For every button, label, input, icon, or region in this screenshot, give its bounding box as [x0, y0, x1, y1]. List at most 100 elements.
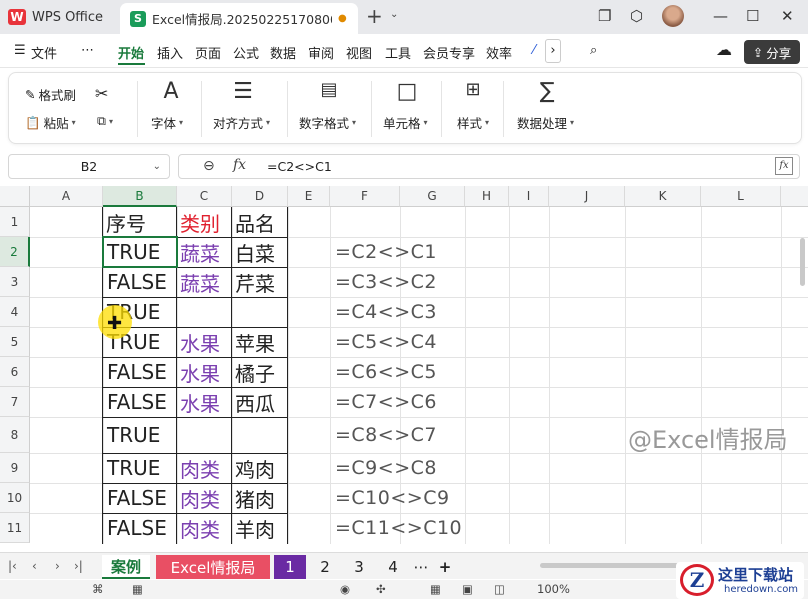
font-icon[interactable]: A [159, 79, 183, 104]
cell-d11[interactable]: 羊肉 [235, 513, 275, 543]
cell-f7[interactable]: =C7<>C6 [335, 387, 437, 417]
zoom-level[interactable]: 100% [537, 582, 570, 596]
sheet-tab-1[interactable]: 1 [274, 555, 306, 579]
next-sheet-icon[interactable]: › [55, 559, 60, 573]
cell-b10[interactable]: FALSE [107, 483, 167, 513]
column-header-d[interactable]: D [232, 186, 288, 207]
search-icon[interactable]: ⌕ [590, 43, 597, 58]
sheet-tab-3[interactable]: 3 [344, 555, 374, 579]
column-header-j[interactable]: J [549, 186, 625, 207]
insert-function-icon[interactable]: fx [233, 157, 246, 173]
cell-f6[interactable]: =C6<>C5 [335, 357, 437, 387]
sheet-tab-2[interactable]: 2 [310, 555, 340, 579]
cell-b8[interactable]: TRUE [107, 417, 160, 453]
row-header-2[interactable]: 2 [0, 237, 30, 267]
row-header-9[interactable]: 9 [0, 453, 30, 483]
data-process-button[interactable]: 数据处理 ▾ [517, 113, 574, 132]
cut-icon[interactable]: ✂ [95, 84, 108, 103]
select-all-corner[interactable] [0, 186, 30, 207]
cell-icon[interactable]: □ [395, 79, 419, 104]
new-tab-button[interactable]: + [366, 4, 383, 28]
menu-tab-formula[interactable]: 公式 [233, 43, 259, 62]
number-format-button[interactable]: 数字格式 ▾ [299, 113, 356, 132]
macro-icon[interactable]: ⌘ [92, 582, 104, 596]
focus-mode-icon[interactable]: ✣ [376, 582, 386, 596]
cell-c7[interactable]: 水果 [180, 387, 220, 417]
cell-f2[interactable]: =C2<>C1 [335, 237, 437, 267]
column-header-e[interactable]: E [288, 186, 330, 207]
cell-d10[interactable]: 猪肉 [235, 483, 275, 513]
cell-d9[interactable]: 鸡肉 [235, 453, 275, 483]
row-header-4[interactable]: 4 [0, 297, 30, 327]
sheet-tab-excel-info[interactable]: Excel情报局 [156, 555, 270, 579]
share-button[interactable]: ⇪ 分享 [744, 40, 800, 64]
cell-f3[interactable]: =C3<>C2 [335, 267, 437, 297]
row-header-3[interactable]: 3 [0, 267, 30, 297]
cell-b3[interactable]: FALSE [107, 267, 167, 297]
cell-b6[interactable]: FALSE [107, 357, 167, 387]
copy-button[interactable]: ⧉ ▾ [97, 113, 113, 129]
cell-f10[interactable]: =C10<>C9 [335, 483, 450, 513]
paste-button[interactable]: 📋 粘贴 ▾ [25, 113, 76, 132]
cell-c2[interactable]: 蔬菜 [180, 237, 220, 267]
ai-icon[interactable]: ⁄ [533, 43, 535, 58]
cell-d6[interactable]: 橘子 [235, 357, 275, 387]
menu-file[interactable]: 文件 [31, 43, 57, 62]
maximize-icon[interactable]: ☐ [746, 7, 759, 25]
page-layout-icon[interactable]: ▣ [462, 582, 473, 596]
menu-tab-review[interactable]: 审阅 [308, 43, 334, 62]
menu-tab-data[interactable]: 数据 [270, 43, 296, 62]
cell-d3[interactable]: 芹菜 [235, 267, 275, 297]
menu-tab-view[interactable]: 视图 [346, 43, 372, 62]
document-tab[interactable]: S Excel情报局.20250225170800136 ● [120, 3, 358, 34]
number-format-icon[interactable]: ▤ [315, 79, 343, 100]
row-header-5[interactable]: 5 [0, 327, 30, 357]
window-restore-icon[interactable]: ❐ [598, 7, 611, 25]
column-header-b[interactable]: B [103, 186, 177, 207]
font-button[interactable]: 字体 ▾ [151, 113, 183, 132]
sheet-icon[interactable]: ▦ [132, 582, 143, 596]
cloud-icon[interactable]: ☁ [716, 40, 732, 59]
cell-f11[interactable]: =C11<>C10 [335, 513, 462, 543]
align-icon[interactable]: ☰ [231, 79, 255, 104]
zoom-lookup-icon[interactable]: ⊖ [203, 158, 215, 174]
cell-b11[interactable]: FALSE [107, 513, 167, 543]
cell-button[interactable]: 单元格 ▾ [383, 113, 428, 132]
column-header-h[interactable]: H [465, 186, 509, 207]
cell-d5[interactable]: 苹果 [235, 327, 275, 357]
more-sheets-button[interactable]: ⋯ [410, 555, 432, 579]
cell-c1[interactable]: 类别 [180, 207, 220, 237]
menu-scroll-right-icon[interactable]: › [545, 39, 561, 63]
function-wizard-icon[interactable]: fx [775, 157, 793, 175]
tab-list-chevron-icon[interactable]: ⌄ [390, 9, 398, 20]
cell-c5[interactable]: 水果 [180, 327, 220, 357]
style-button[interactable]: 样式 ▾ [457, 113, 489, 132]
format-painter-button[interactable]: ✎ 格式刷 [25, 85, 76, 104]
menu-tab-insert[interactable]: 插入 [157, 43, 183, 62]
cell-f4[interactable]: =C4<>C3 [335, 297, 437, 327]
cell-c11[interactable]: 肉类 [180, 513, 220, 543]
cell-c3[interactable]: 蔬菜 [180, 267, 220, 297]
cell-f5[interactable]: =C5<>C4 [335, 327, 437, 357]
column-header-f[interactable]: F [330, 186, 400, 207]
cell-c9[interactable]: 肉类 [180, 453, 220, 483]
menu-tab-home[interactable]: 开始 [118, 43, 144, 62]
first-sheet-icon[interactable]: |‹ [8, 559, 17, 573]
horizontal-scrollbar[interactable] [540, 563, 690, 568]
close-icon[interactable]: ✕ [781, 7, 794, 25]
eye-protection-icon[interactable]: ◉ [340, 582, 350, 596]
page-break-view-icon[interactable]: ◫ [494, 582, 505, 596]
column-header-i[interactable]: I [509, 186, 549, 207]
menu-tab-member[interactable]: 会员专享 [423, 43, 475, 62]
name-box[interactable]: B2 ⌄ [8, 154, 170, 179]
row-header-6[interactable]: 6 [0, 357, 30, 387]
menu-tab-page[interactable]: 页面 [195, 43, 221, 62]
add-sheet-button[interactable]: + [434, 555, 456, 579]
column-header-k[interactable]: K [625, 186, 701, 207]
sheet-tab-case[interactable]: 案例 [102, 555, 150, 579]
spreadsheet-grid[interactable]: A B C D E F G H I J K L 1 2 3 4 5 6 7 8 … [0, 186, 808, 544]
home-tab[interactable]: W WPS Office [8, 5, 103, 29]
cell-d1[interactable]: 品名 [235, 207, 275, 237]
menu-tab-tools[interactable]: 工具 [385, 43, 411, 62]
align-button[interactable]: 对齐方式 ▾ [213, 113, 270, 132]
